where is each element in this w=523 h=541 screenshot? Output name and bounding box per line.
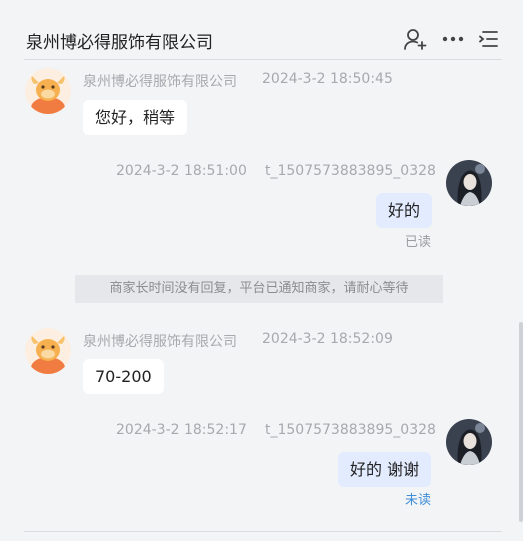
message-sender: 泉州博必得服饰有限公司 — [83, 334, 237, 350]
message-time: 2024-3-2 18:52:09 — [262, 331, 393, 347]
user-avatar[interactable] — [446, 160, 492, 206]
message-time: 2024-3-2 18:52:17 — [116, 422, 247, 438]
input-divider — [24, 531, 502, 532]
user-avatar[interactable] — [446, 419, 492, 465]
message-time: 2024-3-2 18:51:00 — [116, 163, 247, 179]
message-bubble-left[interactable]: 您好，稍等 — [83, 100, 188, 135]
chat-header: 泉州博必得服饰有限公司 — [0, 0, 523, 60]
system-notice: 商家长时间没有回复，平台已通知商家，请耐心等待 — [75, 275, 443, 303]
more-icon[interactable] — [441, 27, 465, 51]
shop-name-title: 泉州博必得服饰有限公司 — [26, 33, 213, 53]
message-sender: 泉州博必得服饰有限公司 — [83, 74, 237, 90]
message-sender: t_1507573883895_0328 — [265, 163, 436, 179]
message-time: 2024-3-2 18:50:45 — [262, 71, 393, 87]
header-divider — [24, 59, 502, 60]
read-status: 已读 — [405, 235, 432, 250]
unread-status: 未读 — [405, 493, 432, 508]
message-bubble-left[interactable]: 70-200 — [83, 359, 164, 394]
scrollbar[interactable] — [519, 322, 523, 522]
shop-avatar[interactable] — [25, 328, 71, 374]
message-bubble-right[interactable]: 好的 — [376, 193, 433, 228]
shop-avatar[interactable] — [25, 68, 71, 114]
menu-list-icon[interactable] — [477, 27, 501, 51]
add-contact-icon[interactable] — [403, 27, 427, 51]
message-sender: t_1507573883895_0328 — [265, 422, 436, 438]
message-bubble-right[interactable]: 好的 谢谢 — [338, 452, 432, 487]
